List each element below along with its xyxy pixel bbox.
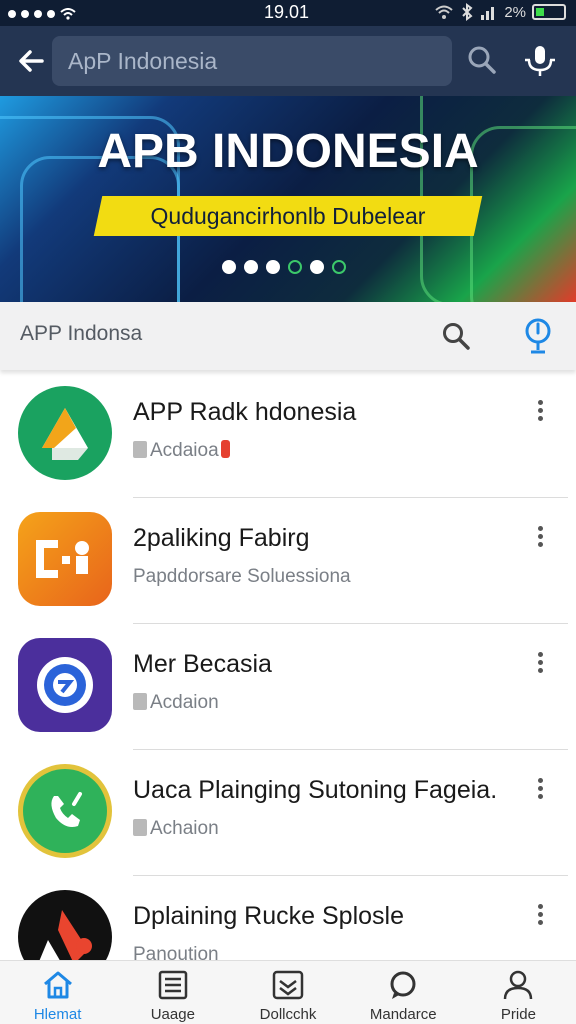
nav-label: Uaage bbox=[150, 1006, 195, 1023]
filter-search-button[interactable] bbox=[440, 320, 472, 352]
list-item[interactable]: Uaca Plainging Sutoning Fageia. Achaion bbox=[0, 750, 576, 876]
banner-pagination[interactable] bbox=[222, 260, 346, 274]
inbox-icon bbox=[272, 970, 304, 1000]
location-button[interactable] bbox=[522, 316, 554, 356]
more-options-button[interactable] bbox=[530, 904, 550, 932]
wifi-signal-icon bbox=[435, 5, 453, 19]
filter-search-bar[interactable]: APP Indonsa bbox=[0, 302, 576, 370]
tag-icon bbox=[133, 819, 147, 836]
app-subtitle: Acdaion bbox=[133, 692, 219, 714]
bottom-nav: Hlemat Uaage Dollcchk Mandarce Pride bbox=[0, 960, 576, 1024]
tag-icon bbox=[133, 693, 147, 710]
list-item[interactable]: Dplaining Rucke Splosle Panoution bbox=[0, 876, 576, 960]
search-icon bbox=[468, 46, 496, 74]
app-subtitle: Acdaioa bbox=[133, 440, 230, 462]
app-subtitle: Panoution bbox=[133, 944, 219, 960]
location-pin-icon bbox=[525, 318, 551, 354]
list-item[interactable]: 2paliking Fabirg Papddorsare Soluessiona bbox=[0, 498, 576, 624]
banner-title: APB INDONESIA bbox=[97, 125, 479, 178]
more-options-button[interactable] bbox=[530, 400, 550, 428]
status-icons: 2% bbox=[434, 3, 566, 21]
battery-percent: 2% bbox=[504, 3, 526, 21]
app-header: ApP Indonesia bbox=[0, 26, 576, 96]
nav-label: Dollcchk bbox=[259, 1006, 317, 1023]
list-item[interactable]: Mer Becasia Acdaion bbox=[0, 624, 576, 750]
nav-label: Mandarce bbox=[369, 1006, 437, 1023]
more-options-button[interactable] bbox=[530, 778, 550, 806]
tag-icon bbox=[133, 441, 147, 458]
back-button[interactable] bbox=[12, 42, 50, 80]
app-name: Mer Becasia bbox=[133, 650, 272, 678]
app-name: Uaca Plainging Sutoning Fageia. bbox=[133, 776, 498, 804]
app-name: APP Radk hdonesia bbox=[133, 398, 357, 426]
red-app-icon bbox=[18, 890, 112, 960]
more-options-button[interactable] bbox=[530, 652, 550, 680]
status-time: 19.01 bbox=[264, 2, 310, 22]
nav-label: Pride bbox=[500, 1006, 536, 1023]
home-icon bbox=[43, 971, 72, 999]
red-tag-icon bbox=[220, 440, 230, 458]
list-item[interactable]: APP Radk hdonesia Acdaioa bbox=[0, 372, 576, 498]
filter-search-input[interactable]: APP Indonsa bbox=[20, 322, 142, 346]
signal-dots bbox=[8, 8, 76, 20]
pagination-dot[interactable] bbox=[332, 260, 346, 274]
battery-icon bbox=[532, 4, 566, 20]
drive-icon bbox=[18, 386, 112, 480]
phone-app-icon bbox=[18, 764, 112, 858]
search-input[interactable]: ApP Indonesia bbox=[52, 36, 452, 86]
nav-item-profile[interactable]: Pride bbox=[461, 961, 576, 1024]
pagination-dot[interactable] bbox=[222, 260, 236, 274]
mic-icon bbox=[525, 46, 555, 76]
nav-label: Hlemat bbox=[33, 1006, 82, 1023]
app-subtitle: Papddorsare Soluessiona bbox=[133, 566, 351, 587]
purple-app-icon bbox=[18, 638, 112, 732]
list-icon bbox=[158, 970, 188, 1000]
cell-signal-icon bbox=[481, 7, 495, 20]
nav-item-downloads[interactable]: Dollcchk bbox=[230, 961, 345, 1024]
pagination-dot[interactable] bbox=[266, 260, 280, 274]
promo-banner[interactable]: APB INDONESIA Qudugancirhonlb Dubelear bbox=[0, 96, 576, 302]
nav-item-chat[interactable]: Mandarce bbox=[346, 961, 461, 1024]
more-options-button[interactable] bbox=[530, 526, 550, 554]
search-button[interactable] bbox=[464, 42, 500, 78]
nav-item-usage[interactable]: Uaage bbox=[115, 961, 230, 1024]
pagination-dot[interactable] bbox=[310, 260, 324, 274]
orange-app-icon bbox=[18, 512, 112, 606]
voice-search-button[interactable] bbox=[520, 40, 560, 80]
app-name: Dplaining Rucke Splosle bbox=[133, 902, 404, 930]
wifi-icon bbox=[60, 8, 76, 20]
pagination-dot[interactable] bbox=[244, 260, 258, 274]
app-subtitle: Achaion bbox=[133, 818, 219, 840]
app-list: APP Radk hdonesia Acdaioa 2paliking Fabi… bbox=[0, 372, 576, 960]
pagination-dot-active[interactable] bbox=[288, 260, 302, 274]
arrow-left-icon bbox=[19, 50, 44, 72]
banner-subtitle: Qudugancirhonlb Dubelear bbox=[150, 203, 426, 229]
status-bar: 19.01 2% bbox=[0, 0, 576, 26]
nav-item-home[interactable]: Hlemat bbox=[0, 961, 115, 1024]
chat-icon bbox=[390, 971, 416, 999]
app-name: 2paliking Fabirg bbox=[133, 524, 310, 552]
search-icon bbox=[443, 323, 470, 350]
profile-icon bbox=[504, 970, 533, 1000]
bluetooth-icon bbox=[462, 3, 473, 21]
